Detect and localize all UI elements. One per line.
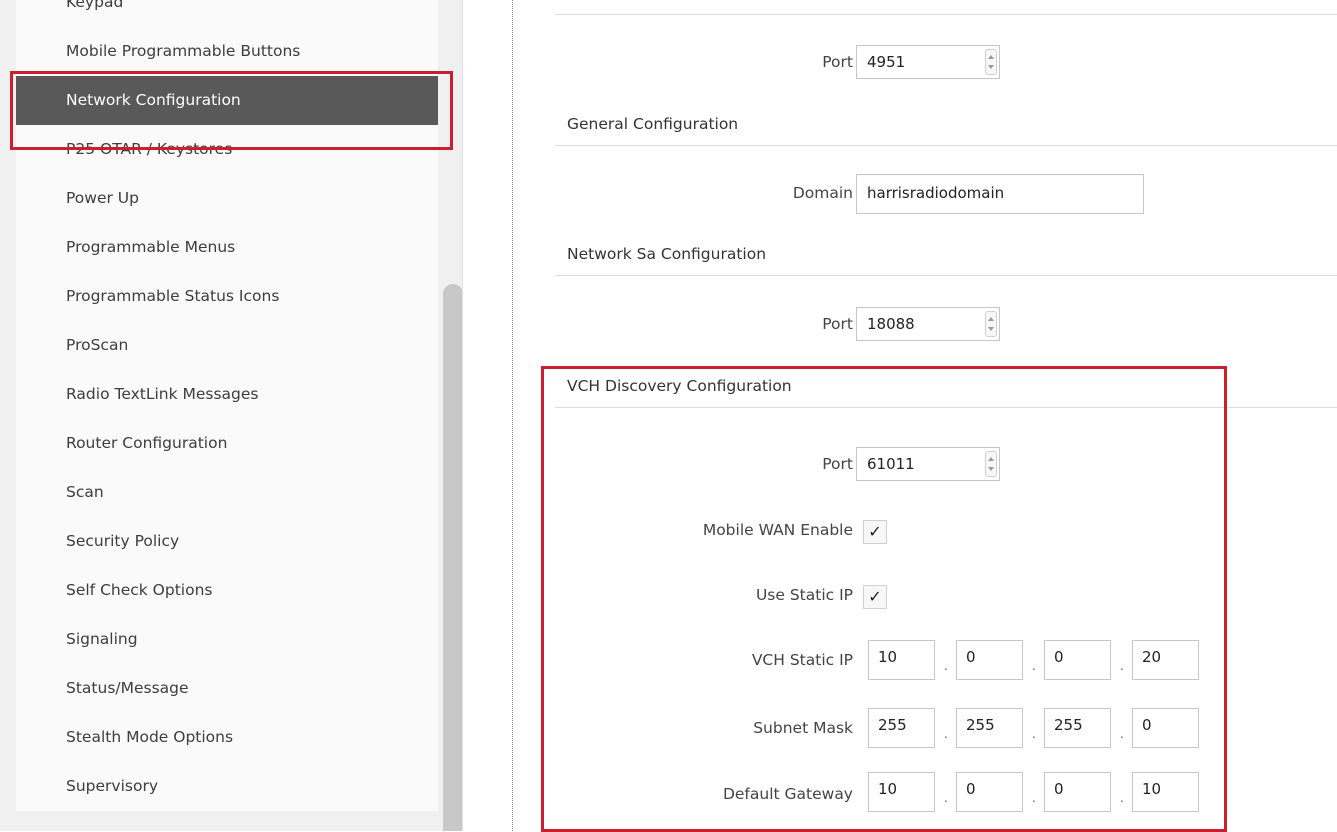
section-divider bbox=[555, 14, 1337, 15]
sidebar-item-power-up[interactable]: Power Up bbox=[16, 174, 438, 223]
sidebar-item-mobile-programmable-buttons[interactable]: Mobile Programmable Buttons bbox=[16, 27, 438, 76]
general-configuration-title: General Configuration bbox=[567, 115, 739, 133]
sidebar-item-self-check-options[interactable]: Self Check Options bbox=[16, 566, 438, 615]
sidebar-item-security-policy[interactable]: Security Policy bbox=[16, 517, 438, 566]
network-sa-port-value: 18088 bbox=[867, 315, 915, 333]
sidebar-scrollbar[interactable] bbox=[443, 284, 462, 831]
spin-arrows-icon[interactable] bbox=[985, 311, 997, 337]
domain-input[interactable]: harrisradiodomain bbox=[856, 174, 1144, 214]
top-port-value: 4951 bbox=[867, 53, 906, 71]
network-sa-port-spinbox[interactable]: 18088 bbox=[856, 307, 1000, 341]
section-divider bbox=[555, 145, 1337, 146]
section-divider bbox=[555, 275, 1337, 276]
top-port-label: Port bbox=[822, 53, 853, 71]
sidebar-item-programmable-menus[interactable]: Programmable Menus bbox=[16, 223, 438, 272]
sidebar-item-scan[interactable]: Scan bbox=[16, 468, 438, 517]
sidebar-item-programmable-status-icons[interactable]: Programmable Status Icons bbox=[16, 272, 438, 321]
network-sa-configuration-title: Network Sa Configuration bbox=[567, 245, 767, 263]
domain-label: Domain bbox=[792, 184, 853, 202]
sidebar-item-radio-textlink-messages[interactable]: Radio TextLink Messages bbox=[16, 370, 438, 419]
sidebar-item-keypad[interactable]: Keypad bbox=[16, 0, 438, 27]
network-configuration-highlight-box bbox=[10, 71, 453, 150]
spin-arrows-icon[interactable] bbox=[985, 49, 997, 75]
vch-discovery-highlight-box bbox=[541, 366, 1227, 832]
sidebar-item-proscan[interactable]: ProScan bbox=[16, 321, 438, 370]
sidebar-item-router-configuration[interactable]: Router Configuration bbox=[16, 419, 438, 468]
sidebar-item-stealth-mode-options[interactable]: Stealth Mode Options bbox=[16, 713, 438, 762]
network-sa-port-label: Port bbox=[822, 315, 853, 333]
sidebar-item-supervisory[interactable]: Supervisory bbox=[16, 762, 438, 811]
sidebar-item-status-message[interactable]: Status/Message bbox=[16, 664, 438, 713]
top-port-spinbox[interactable]: 4951 bbox=[856, 45, 1000, 79]
sidebar-item-signaling[interactable]: Signaling bbox=[16, 615, 438, 664]
